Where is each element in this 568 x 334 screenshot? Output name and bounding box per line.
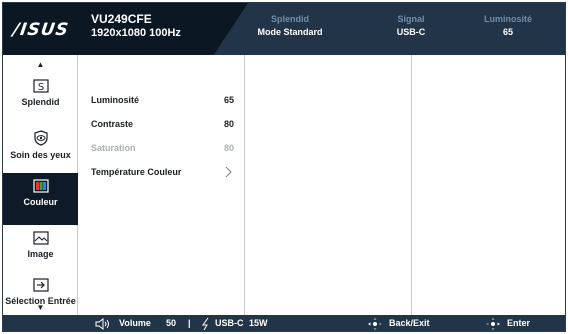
status-splendid: Splendid Mode Standard [235, 14, 345, 37]
power-value: 15W [249, 318, 268, 328]
scroll-up-arrow-icon[interactable]: ▲ [3, 60, 78, 69]
sidebar-item-label: Image [27, 249, 54, 259]
menu-item-value: 80 [223, 143, 234, 153]
menu-item-label: Température Couleur [91, 167, 182, 177]
power-source-label: USB-C [215, 318, 244, 328]
scroll-down-arrow-icon[interactable]: ▼ [3, 303, 78, 312]
enter-label: Enter [507, 318, 531, 328]
model-name: VU249CFE [91, 12, 152, 26]
menu-item-value: 65 [223, 95, 234, 105]
splendid-icon: S [32, 79, 49, 93]
joystick-right-icon [486, 317, 500, 331]
status-value: 65 [502, 27, 513, 37]
color-icon [32, 179, 49, 193]
joystick-left-icon [368, 317, 382, 331]
menu-item-value: 80 [223, 119, 234, 129]
menu-item-label: Luminosité [91, 95, 140, 105]
osd-window: /ISUS VU249CFE 1920x1080 100Hz Splendid … [2, 2, 566, 332]
status-title: Luminosité [483, 14, 532, 24]
color-menu-panel: Luminosité 65 Contraste 80 Saturation 80… [79, 55, 245, 315]
header-bar: /ISUS VU249CFE 1920x1080 100Hz Splendid … [3, 3, 565, 55]
sidebar-item-color[interactable]: Couleur [3, 173, 78, 225]
menu-item-contrast[interactable]: Contraste 80 [79, 113, 242, 135]
footer-bar: Volume 50 | USB-C 15W Back/Exit Enter [3, 315, 565, 331]
sidebar: ▲ S Splendid Soin des yeux Couleur Image… [3, 55, 78, 315]
status-value: USB-C [396, 27, 426, 37]
sidebar-item-image[interactable]: Image [3, 225, 78, 277]
value-panel [413, 55, 565, 315]
menu-item-color-temperature[interactable]: Température Couleur [79, 161, 242, 183]
image-icon [32, 231, 49, 245]
menu-item-saturation: Saturation 80 [79, 137, 242, 159]
lightning-icon [202, 317, 209, 331]
sidebar-item-label: Couleur [23, 197, 58, 207]
model-resolution: 1920x1080 100Hz [91, 27, 181, 39]
status-luminosity: Luminosité 65 [453, 14, 563, 37]
status-value: Mode Standard [257, 27, 323, 37]
back-exit-label: Back/Exit [389, 318, 430, 328]
sidebar-item-eye-care[interactable]: Soin des yeux [3, 124, 78, 176]
chevron-right-icon [225, 166, 232, 178]
eye-care-icon [33, 130, 48, 146]
sidebar-item-splendid[interactable]: S Splendid [3, 73, 78, 125]
svg-text:S: S [37, 82, 43, 93]
status-title: Splendid [271, 14, 309, 24]
asus-logo: /ISUS [11, 20, 71, 40]
speaker-icon [95, 318, 109, 330]
menu-item-luminosity[interactable]: Luminosité 65 [79, 89, 242, 111]
menu-item-label: Saturation [91, 143, 136, 153]
sidebar-item-label: Splendid [21, 97, 60, 107]
status-title: Signal [397, 14, 425, 24]
header-brand-area: /ISUS VU249CFE 1920x1080 100Hz [3, 3, 248, 55]
input-select-icon [32, 278, 49, 292]
sidebar-item-label: Soin des yeux [10, 150, 71, 160]
status-signal: Signal USB-C [356, 14, 466, 37]
menu-item-label: Contraste [91, 119, 134, 129]
volume-value: 50 [166, 318, 177, 328]
footer-separator: | [188, 318, 191, 328]
submenu-panel [246, 55, 412, 315]
volume-label: Volume [119, 318, 151, 328]
